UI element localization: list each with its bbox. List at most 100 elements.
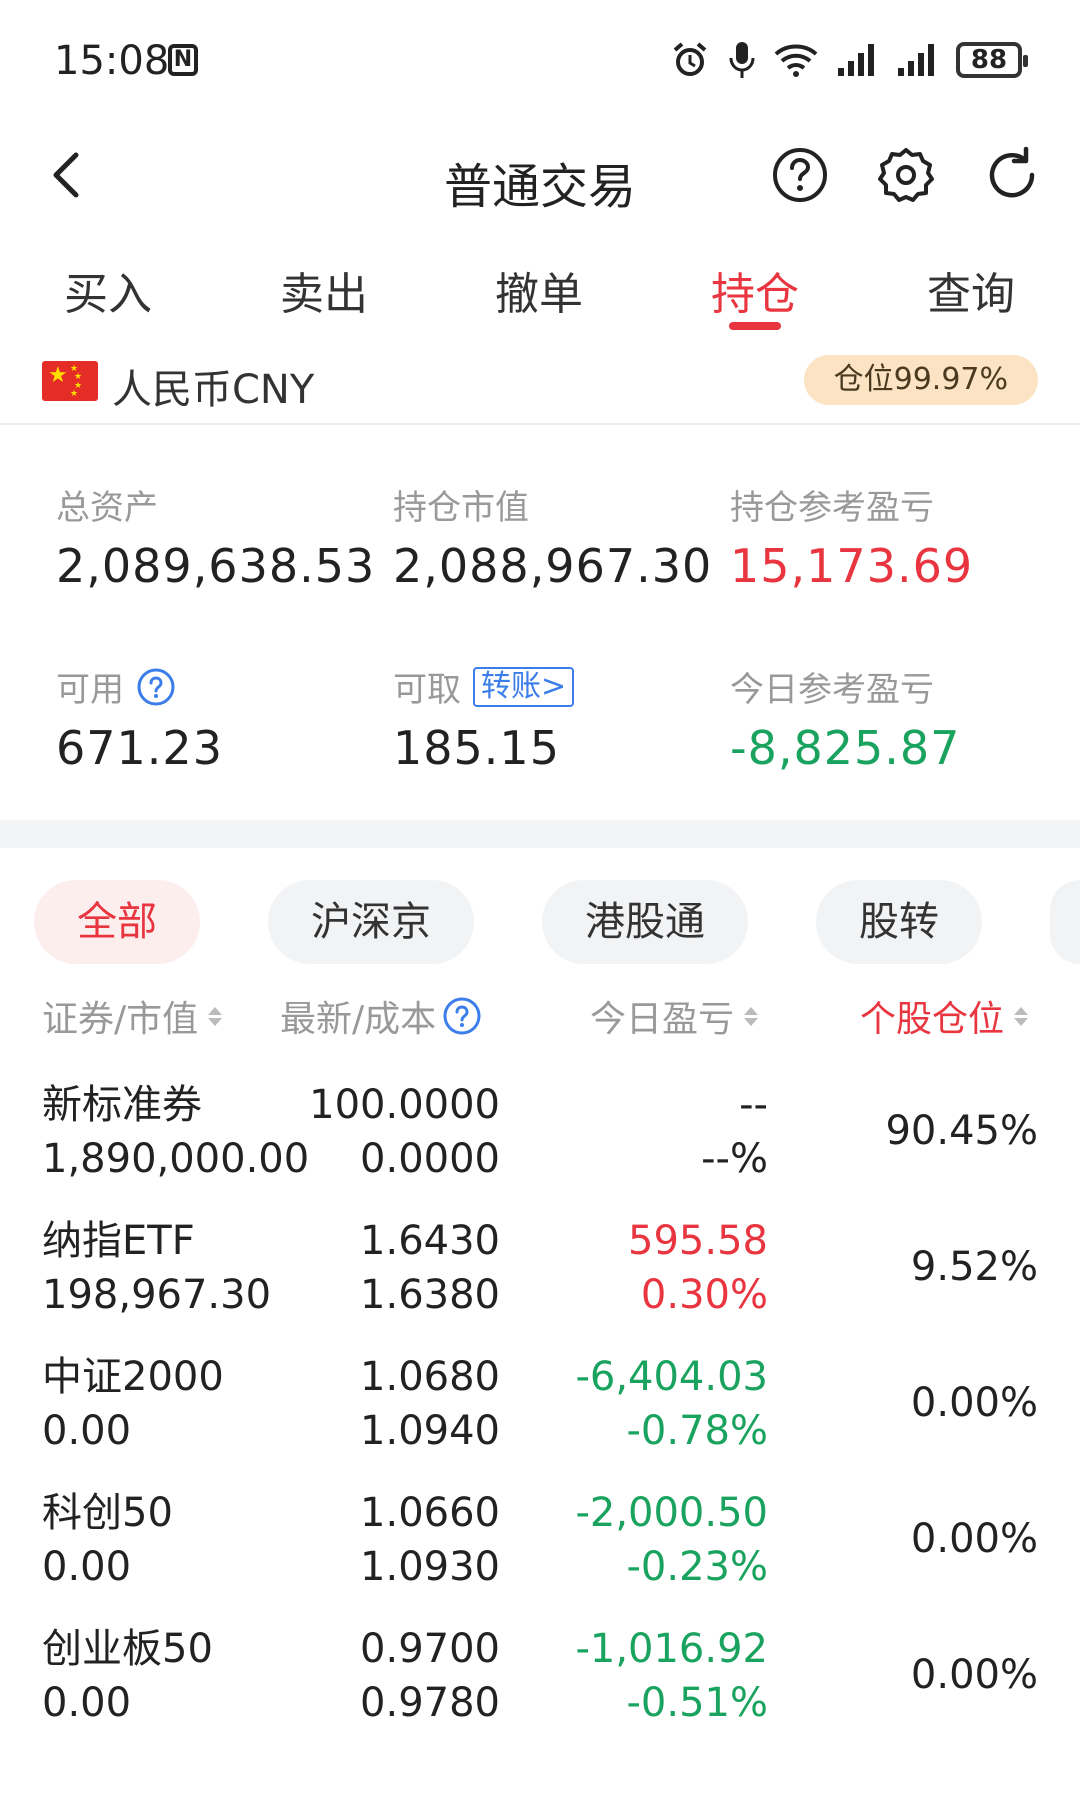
today-pnl-amount: -- <box>739 1082 768 1128</box>
sort-icon <box>744 1006 759 1026</box>
table-row[interactable]: 纳指ETF 198,967.30 1.6430 1.6380 595.58 0.… <box>0 1206 1080 1342</box>
position-weight: 0.00% <box>910 1516 1038 1562</box>
filter-hk-connect[interactable]: 港股通 <box>542 880 748 964</box>
col-today-pnl-label: 今日盈亏 <box>590 999 735 1040</box>
tab-sell[interactable]: 卖出 <box>254 258 394 322</box>
security-name: 创业板50 <box>42 1626 213 1672</box>
today-pnl-percent: --% <box>701 1136 768 1182</box>
today-pnl-amount: -6,404.03 <box>575 1354 768 1400</box>
withdrawable: 可取 转账> 185.15 <box>393 662 575 775</box>
market-value: 0.00 <box>42 1680 132 1726</box>
holdings-header: 证券/市值 最新/成本 今日盈亏 个股仓位 <box>0 990 1080 1050</box>
table-row[interactable]: 中证2000 0.00 1.0680 1.0940 -6,404.03 -0.7… <box>0 1342 1080 1478</box>
security-cell: 新标准券 1,890,000.00 <box>42 1078 309 1186</box>
currency-label: 人民币CNY <box>112 367 315 413</box>
tab-buy[interactable]: 买入 <box>38 258 178 322</box>
today-pnl-amount: -1,016.92 <box>575 1626 768 1672</box>
latest-price: 0.9700 <box>360 1626 500 1672</box>
pnl-cell: 595.58 0.30% <box>628 1214 768 1322</box>
sort-icon <box>1014 1006 1029 1026</box>
security-cell: 创业板50 0.00 <box>42 1622 213 1730</box>
col-weight-label: 个股仓位 <box>860 999 1005 1040</box>
section-divider <box>0 820 1080 848</box>
available-value: 671.23 <box>56 721 223 775</box>
security-cell: 纳指ETF 198,967.30 <box>42 1214 271 1322</box>
cost-price: 1.0930 <box>360 1544 500 1590</box>
security-cell: 科创50 0.00 <box>42 1486 173 1594</box>
today-pnl-label: 今日参考盈亏 <box>730 670 934 710</box>
today-pnl-percent: -0.23% <box>626 1544 768 1590</box>
today-pnl-amount: -2,000.50 <box>575 1490 768 1536</box>
pnl-cell: -- --% <box>701 1078 768 1186</box>
pnl-cell: -6,404.03 -0.78% <box>575 1350 768 1458</box>
today-pnl-percent: -0.51% <box>626 1680 768 1726</box>
battery-icon: 88 <box>956 42 1028 78</box>
available: 可用 671.23 <box>56 662 223 775</box>
table-row[interactable]: 科创50 0.00 1.0660 1.0930 -2,000.50 -0.23%… <box>0 1478 1080 1614</box>
security-name: 纳指ETF <box>42 1218 195 1264</box>
security-name: 科创50 <box>42 1490 173 1536</box>
security-cell: 中证2000 0.00 <box>42 1350 224 1458</box>
market-value: 1,890,000.00 <box>42 1136 310 1182</box>
total-assets-value: 2,089,638.53 <box>56 539 376 593</box>
tab-positions[interactable]: 持仓 <box>685 258 825 322</box>
filter-neeq[interactable]: 股转 <box>816 880 982 964</box>
sort-security[interactable]: 证券/市值 <box>42 990 223 1042</box>
gear-icon[interactable] <box>876 145 936 205</box>
header: 普通交易 <box>0 125 1080 225</box>
withdrawable-value: 185.15 <box>393 721 560 775</box>
signal-icon <box>838 44 874 76</box>
price-cell: 1.0680 1.0940 <box>360 1350 500 1458</box>
status-time: 15:08 <box>54 38 170 84</box>
market-value-value: 2,088,967.30 <box>393 539 713 593</box>
position-pnl: 持仓参考盈亏 15,173.69 <box>730 480 973 593</box>
total-assets-label: 总资产 <box>56 488 158 528</box>
status-bar: 15:08 N 88 <box>0 0 1080 120</box>
today-pnl-percent: -0.78% <box>626 1408 768 1454</box>
currency-row[interactable]: ★ ★ ★ ★ ★ 人民币CNY 仓位99.97% <box>0 345 1080 425</box>
today-pnl-percent: 0.30% <box>640 1272 768 1318</box>
status-icons: 88 <box>670 40 1028 80</box>
table-row[interactable]: 新标准券 1,890,000.00 100.0000 0.0000 -- --%… <box>0 1070 1080 1206</box>
position-pnl-label: 持仓参考盈亏 <box>730 488 934 528</box>
cost-price: 1.0940 <box>360 1408 500 1454</box>
filter-sh-sz-bj[interactable]: 沪深京 <box>268 880 474 964</box>
active-tab-indicator <box>729 322 781 330</box>
refresh-icon[interactable] <box>982 145 1042 205</box>
market-value-label: 持仓市值 <box>393 488 529 528</box>
filter-more[interactable] <box>1050 880 1080 964</box>
nfc-icon: N <box>168 44 198 76</box>
help-icon[interactable] <box>770 145 830 205</box>
position-weight: 9.52% <box>910 1244 1038 1290</box>
today-pnl-value: -8,825.87 <box>730 721 961 775</box>
tab-query[interactable]: 查询 <box>901 258 1041 322</box>
tab-cancel-order[interactable]: 撤单 <box>469 258 609 322</box>
withdrawable-label: 可取 <box>393 670 461 710</box>
help-icon[interactable] <box>136 667 176 707</box>
filter-all[interactable]: 全部 <box>34 880 200 964</box>
latest-price: 1.6430 <box>360 1218 500 1264</box>
price-cell: 1.6430 1.6380 <box>360 1214 500 1322</box>
security-name: 中证2000 <box>42 1354 224 1400</box>
alarm-icon <box>673 42 707 76</box>
latest-price: 1.0680 <box>360 1354 500 1400</box>
position-badge: 仓位99.97% <box>803 355 1038 405</box>
table-row[interactable]: 创业板50 0.00 0.9700 0.9780 -1,016.92 -0.51… <box>0 1614 1080 1750</box>
security-name: 新标准券 <box>42 1082 202 1128</box>
sort-today-pnl[interactable]: 今日盈亏 <box>590 990 759 1042</box>
trade-tabs: 买入 卖出 撤单 持仓 查询 <box>0 240 1080 330</box>
price-cell: 100.0000 0.0000 <box>309 1078 500 1186</box>
today-pnl-amount: 595.58 <box>628 1218 768 1264</box>
col-price: 最新/成本 <box>280 990 482 1042</box>
available-label: 可用 <box>56 670 124 710</box>
transfer-button[interactable]: 转账> <box>473 666 575 707</box>
latest-price: 1.0660 <box>360 1490 500 1536</box>
help-icon[interactable] <box>442 996 482 1036</box>
market-value: 0.00 <box>42 1544 132 1590</box>
sort-icon <box>208 1006 223 1026</box>
market-value: 0.00 <box>42 1408 132 1454</box>
microphone-icon <box>729 42 755 78</box>
sort-weight[interactable]: 个股仓位 <box>860 990 1029 1042</box>
col-price-label: 最新/成本 <box>280 999 437 1040</box>
market-value: 持仓市值 2,088,967.30 <box>393 480 712 593</box>
